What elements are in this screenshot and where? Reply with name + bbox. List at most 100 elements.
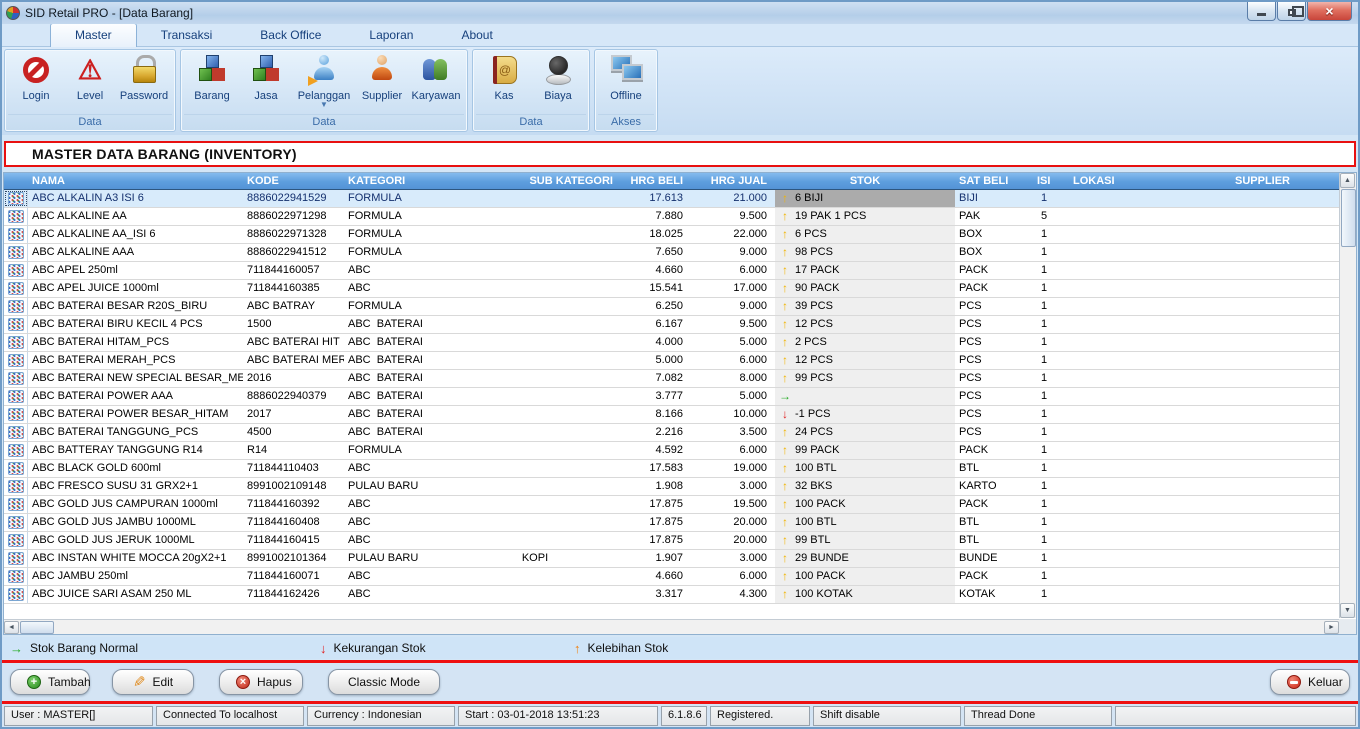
- hapus-button[interactable]: × Hapus: [219, 669, 303, 695]
- row-grid-icon[interactable]: [4, 316, 28, 333]
- close-button[interactable]: ×: [1307, 2, 1352, 21]
- table-row[interactable]: ABC ALKALIN A3 ISI 6 8886022941529 FORMU…: [4, 190, 1356, 208]
- cell-nama: ABC FRESCO SUSU 31 GRX2+1: [28, 478, 243, 495]
- column-header-stok[interactable]: STOK: [775, 173, 955, 189]
- table-row[interactable]: ABC GOLD JUS CAMPURAN 1000ml 71184416039…: [4, 496, 1356, 514]
- row-grid-icon[interactable]: [4, 550, 28, 567]
- table-row[interactable]: ABC FRESCO SUSU 31 GRX2+1 8991002109148 …: [4, 478, 1356, 496]
- row-grid-icon[interactable]: [4, 262, 28, 279]
- row-grid-icon[interactable]: [4, 226, 28, 243]
- stock-arrow-icon: ↑: [779, 298, 791, 315]
- tab-transaksi[interactable]: Transaksi: [137, 24, 237, 46]
- stock-arrow-icon: ↑: [779, 226, 791, 243]
- row-grid-icon[interactable]: [4, 532, 28, 549]
- horizontal-scrollbar[interactable]: ◄ ►: [4, 619, 1339, 634]
- column-header-nama[interactable]: NAMA: [28, 173, 243, 189]
- table-row[interactable]: ABC BATERAI NEW SPECIAL BESAR_MER 2016 A…: [4, 370, 1356, 388]
- row-grid-icon[interactable]: [4, 370, 28, 387]
- table-row[interactable]: ABC APEL 250ml 711844160057 ABC 4.660 6.…: [4, 262, 1356, 280]
- password-button[interactable]: Password: [117, 53, 171, 114]
- column-header-sat-beli[interactable]: SAT BELI: [955, 173, 1033, 189]
- row-grid-icon[interactable]: [4, 460, 28, 477]
- table-row[interactable]: ABC JAMBU 250ml 711844160071 ABC 4.660 6…: [4, 568, 1356, 586]
- kas-button[interactable]: Kas: [477, 53, 531, 114]
- row-grid-icon[interactable]: [4, 244, 28, 261]
- column-header-hrg-jual[interactable]: HRG JUAL: [691, 173, 775, 189]
- tab-laporan[interactable]: Laporan: [345, 24, 437, 46]
- row-grid-icon[interactable]: [4, 496, 28, 513]
- scroll-left-icon[interactable]: ◄: [4, 621, 19, 634]
- level-button[interactable]: ⚠ Level: [63, 53, 117, 114]
- table-row[interactable]: ABC GOLD JUS JERUK 1000ML 711844160415 A…: [4, 532, 1356, 550]
- tab-master[interactable]: Master: [50, 23, 137, 47]
- column-header-isi[interactable]: ISI: [1033, 173, 1069, 189]
- biaya-button[interactable]: Biaya: [531, 53, 585, 114]
- inventory-table: NAMA KODE KATEGORI SUB KATEGORI HRG BELI…: [3, 172, 1357, 635]
- supplier-button[interactable]: Supplier: [355, 53, 409, 114]
- table-row[interactable]: ABC BATTERAY TANGGUNG R14 R14 FORMULA 4.…: [4, 442, 1356, 460]
- table-row[interactable]: ABC ALKALINE AA_ISI 6 8886022971328 FORM…: [4, 226, 1356, 244]
- row-grid-icon[interactable]: [4, 406, 28, 423]
- table-row[interactable]: ABC BATERAI POWER BESAR_HITAM 2017 ABC B…: [4, 406, 1356, 424]
- row-grid-icon[interactable]: [4, 190, 28, 207]
- edit-button[interactable]: ✎ Edit: [112, 669, 194, 695]
- row-grid-icon[interactable]: [4, 352, 28, 369]
- barang-button[interactable]: Barang: [185, 53, 239, 114]
- table-row[interactable]: ABC BATERAI TANGGUNG_PCS 4500 ABC BATERA…: [4, 424, 1356, 442]
- vertical-scrollbar[interactable]: ▲ ▼: [1339, 173, 1356, 618]
- table-row[interactable]: ABC INSTAN WHITE MOCCA 20gX2+1 899100210…: [4, 550, 1356, 568]
- scroll-up-icon[interactable]: ▲: [1340, 173, 1355, 188]
- row-grid-icon[interactable]: [4, 424, 28, 441]
- table-row[interactable]: ABC BATERAI POWER AAA 8886022940379 ABC …: [4, 388, 1356, 406]
- offline-button[interactable]: Offline: [599, 53, 653, 114]
- cell-nama: ABC BATERAI MERAH_PCS: [28, 352, 243, 369]
- stock-arrow-icon: ↑: [779, 496, 791, 513]
- tab-about[interactable]: About: [437, 24, 516, 46]
- padlock-icon: [127, 53, 161, 87]
- stock-value: 90 PACK: [795, 280, 839, 297]
- scroll-down-icon[interactable]: ▼: [1340, 603, 1355, 618]
- restore-button[interactable]: [1277, 2, 1306, 21]
- row-grid-icon[interactable]: [4, 388, 28, 405]
- table-row[interactable]: ABC BATERAI MERAH_PCS ABC BATERAI MER AB…: [4, 352, 1356, 370]
- table-row[interactable]: ABC ALKALINE AA 8886022971298 FORMULA 7.…: [4, 208, 1356, 226]
- vertical-scroll-thumb[interactable]: [1341, 189, 1356, 247]
- keluar-button[interactable]: Keluar: [1270, 669, 1350, 695]
- table-row[interactable]: ABC ALKALINE AAA 8886022941512 FORMULA 7…: [4, 244, 1356, 262]
- column-header-lokasi[interactable]: LOKASI: [1069, 173, 1169, 189]
- horizontal-scroll-thumb[interactable]: [20, 621, 54, 634]
- tab-back-office[interactable]: Back Office: [236, 24, 345, 46]
- karyawan-button[interactable]: Karyawan: [409, 53, 463, 114]
- legend-normal: → Stok Barang Normal: [10, 641, 320, 656]
- classic-mode-button[interactable]: Classic Mode: [328, 669, 440, 695]
- scroll-right-icon[interactable]: ►: [1324, 621, 1339, 634]
- pelanggan-button[interactable]: Pelanggan ▼: [293, 53, 355, 114]
- row-grid-icon[interactable]: [4, 334, 28, 351]
- jasa-button[interactable]: Jasa: [239, 53, 293, 114]
- minimize-button[interactable]: [1247, 2, 1276, 21]
- row-grid-icon[interactable]: [4, 568, 28, 585]
- row-grid-icon[interactable]: [4, 298, 28, 315]
- row-grid-icon[interactable]: [4, 280, 28, 297]
- column-header-supplier[interactable]: SUPPLIER: [1169, 173, 1356, 189]
- column-header-hrg-beli[interactable]: HRG BELI: [621, 173, 691, 189]
- column-header-kode[interactable]: KODE: [243, 173, 344, 189]
- column-header-kategori[interactable]: KATEGORI: [344, 173, 449, 189]
- table-row[interactable]: ABC BATERAI BIRU KECIL 4 PCS 1500 ABC BA…: [4, 316, 1356, 334]
- table-row[interactable]: ABC GOLD JUS JAMBU 1000ML 711844160408 A…: [4, 514, 1356, 532]
- stock-value: 17 PACK: [795, 262, 839, 279]
- table-row[interactable]: ABC BLACK GOLD 600ml 711844110403 ABC 17…: [4, 460, 1356, 478]
- login-button[interactable]: Login: [9, 53, 63, 114]
- table-row[interactable]: ABC JUICE SARI ASAM 250 ML 711844162426 …: [4, 586, 1356, 604]
- row-grid-icon[interactable]: [4, 586, 28, 603]
- row-grid-icon[interactable]: [4, 478, 28, 495]
- row-grid-icon[interactable]: [4, 208, 28, 225]
- table-row[interactable]: ABC BATERAI BESAR R20S_BIRU ABC BATRAY F…: [4, 298, 1356, 316]
- tambah-button[interactable]: + Tambah: [10, 669, 90, 695]
- table-row[interactable]: ABC BATERAI HITAM_PCS ABC BATERAI HIT AB…: [4, 334, 1356, 352]
- table-row[interactable]: ABC APEL JUICE 1000ml 711844160385 ABC 1…: [4, 280, 1356, 298]
- row-grid-icon[interactable]: [4, 514, 28, 531]
- stock-value: 100 PACK: [795, 568, 846, 585]
- column-header-sub-kategori[interactable]: SUB KATEGORI: [449, 173, 621, 189]
- row-grid-icon[interactable]: [4, 442, 28, 459]
